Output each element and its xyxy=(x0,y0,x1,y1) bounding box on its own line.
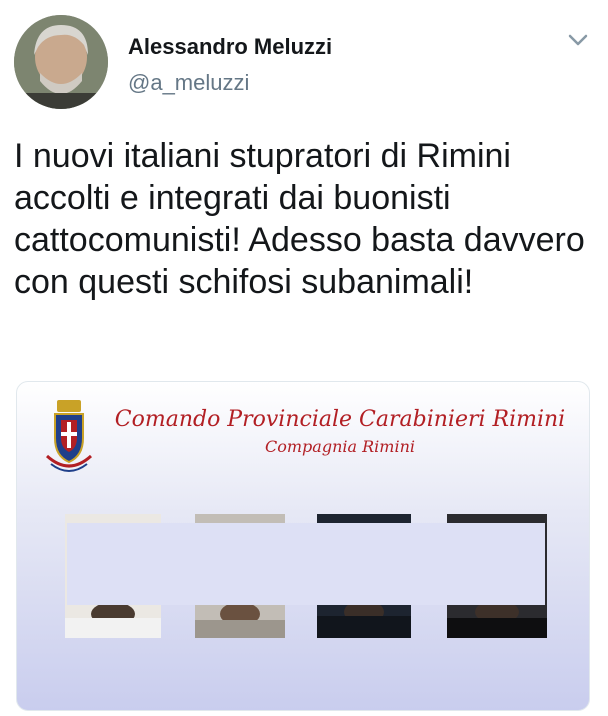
tweet-text: I nuovi italiani stupratori di Rimini ac… xyxy=(14,137,585,301)
media-subtitle: Compagnia Rimini xyxy=(265,437,415,456)
media-title: Comando Provinciale Carabinieri Rimini xyxy=(114,407,566,432)
chevron-down-icon[interactable] xyxy=(566,30,590,50)
carabinieri-crest-icon xyxy=(41,398,97,478)
avatar-photo xyxy=(14,15,108,109)
tweet-media-image[interactable]: Comando Provinciale Carabinieri Rimini C… xyxy=(16,381,590,711)
author-avatar[interactable] xyxy=(14,15,108,109)
author-name[interactable]: Alessandro Meluzzi xyxy=(128,34,332,60)
author-handle[interactable]: @a_meluzzi xyxy=(128,70,249,96)
censor-overlay xyxy=(67,523,545,605)
